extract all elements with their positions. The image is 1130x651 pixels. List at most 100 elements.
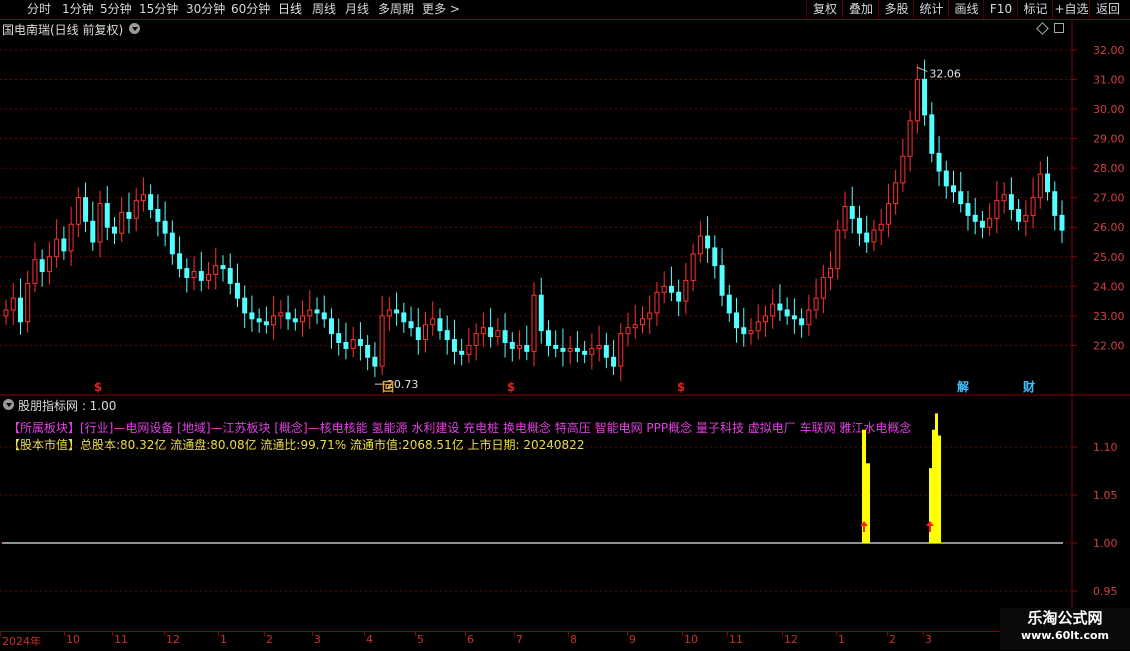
indicator-chart: 1.10 1.05 1.00 0.95 bbox=[0, 396, 1118, 631]
date-tick-mark bbox=[514, 632, 515, 636]
candle-body bbox=[408, 321, 414, 329]
toolbar-button-2[interactable]: 多股 bbox=[878, 0, 914, 19]
candle-body bbox=[813, 297, 819, 311]
candle-body bbox=[828, 268, 834, 278]
date-tick-label: 3 bbox=[314, 633, 321, 646]
candle-body bbox=[770, 303, 776, 317]
toolbar-button-4[interactable]: 画线 bbox=[948, 0, 984, 19]
period-tab-6[interactable]: 日线 bbox=[278, 0, 302, 19]
date-tick-label: 4 bbox=[366, 633, 373, 646]
candle-body bbox=[155, 208, 161, 222]
candle-body bbox=[849, 206, 855, 219]
candle-body bbox=[206, 274, 212, 281]
candle-body bbox=[119, 211, 125, 234]
candle-body bbox=[560, 347, 566, 352]
candle-body bbox=[979, 220, 985, 228]
toolbar-button-0[interactable]: 复权 bbox=[806, 0, 843, 19]
event-marker: $ bbox=[94, 380, 102, 394]
period-tab-8[interactable]: 月线 bbox=[345, 0, 369, 19]
date-tick-label: 5 bbox=[417, 633, 424, 646]
candle-body bbox=[198, 271, 204, 281]
period-tab-2[interactable]: 5分钟 bbox=[100, 0, 132, 19]
candle-body bbox=[473, 333, 479, 346]
date-tick-label: 10 bbox=[66, 633, 80, 646]
candle-body bbox=[495, 330, 501, 338]
candle-body bbox=[936, 152, 942, 172]
candle-body bbox=[871, 229, 877, 243]
candle-body bbox=[256, 318, 262, 323]
date-tick-mark bbox=[727, 632, 728, 636]
candle-body bbox=[632, 324, 638, 329]
signal-bar bbox=[932, 429, 935, 543]
candle-body bbox=[46, 256, 52, 273]
candle-body bbox=[75, 197, 81, 225]
candle-body bbox=[314, 309, 320, 314]
period-tab-3[interactable]: 15分钟 bbox=[139, 0, 178, 19]
toolbar-button-6[interactable]: 标记 bbox=[1017, 0, 1053, 19]
toolbar-button-1[interactable]: 叠加 bbox=[842, 0, 879, 19]
date-tick-label: 9 bbox=[629, 633, 636, 646]
candlestick-chart[interactable]: 32.00 31.00 30.00 29.00 28.00 27.00 26.00 25.00… bbox=[0, 20, 1130, 396]
candle-body bbox=[54, 238, 60, 258]
period-tab-5[interactable]: 60分钟 bbox=[231, 0, 270, 19]
toolbar-button-3[interactable]: 统计 bbox=[913, 0, 949, 19]
candle-body bbox=[676, 291, 682, 302]
candle-body bbox=[567, 347, 573, 352]
candle-body bbox=[133, 200, 139, 219]
candle-body bbox=[343, 341, 349, 349]
period-tab-10[interactable]: 更多 > bbox=[422, 0, 460, 19]
candle-body bbox=[350, 339, 356, 349]
candle-body bbox=[856, 217, 862, 234]
period-tab-7[interactable]: 周线 bbox=[312, 0, 336, 19]
candle-body bbox=[466, 344, 472, 355]
period-tab-9[interactable]: 多周期 bbox=[378, 0, 414, 19]
candle-body bbox=[140, 194, 146, 202]
candle-body bbox=[922, 78, 928, 116]
signal-bar bbox=[866, 463, 870, 543]
date-tick-mark bbox=[627, 632, 628, 636]
candle-body bbox=[712, 247, 718, 267]
candle-body bbox=[611, 356, 617, 367]
candle-body bbox=[748, 330, 754, 335]
toolbar-button-8[interactable]: 返回 bbox=[1089, 0, 1126, 19]
event-marker: 财 bbox=[1022, 379, 1035, 394]
date-tick-mark bbox=[568, 632, 569, 636]
period-tab-1[interactable]: 1分钟 bbox=[62, 0, 94, 19]
date-tick-label: 12 bbox=[784, 633, 798, 646]
toolbar-button-7[interactable]: +自选 bbox=[1052, 0, 1090, 19]
toolbar-button-5[interactable]: F10 bbox=[983, 0, 1018, 19]
candle-body bbox=[271, 315, 277, 326]
candle-body bbox=[401, 312, 407, 323]
price-tick-label: 27.00 bbox=[1093, 192, 1125, 205]
period-tab-0[interactable]: 分时 bbox=[27, 0, 51, 19]
candle-body bbox=[191, 271, 197, 278]
price-tick-label: 31.00 bbox=[1093, 73, 1125, 86]
date-tick-label: 1 bbox=[220, 633, 227, 646]
candle-body bbox=[423, 324, 429, 341]
candle-body bbox=[300, 315, 306, 323]
candle-body bbox=[531, 294, 537, 352]
candle-body bbox=[885, 203, 891, 225]
candle-body bbox=[654, 291, 660, 314]
date-tick-label: 6 bbox=[467, 633, 474, 646]
candle-body bbox=[1016, 208, 1022, 222]
candle-body bbox=[603, 344, 609, 358]
candle-body bbox=[1037, 173, 1043, 199]
candle-body bbox=[357, 339, 363, 346]
candle-body bbox=[336, 333, 342, 343]
candle-body bbox=[321, 312, 327, 320]
candle-body bbox=[755, 321, 761, 332]
candle-body bbox=[842, 206, 848, 231]
date-tick-mark bbox=[682, 632, 683, 636]
date-tick-mark bbox=[312, 632, 313, 636]
date-tick-mark bbox=[364, 632, 365, 636]
period-tab-4[interactable]: 30分钟 bbox=[186, 0, 225, 19]
candle-body bbox=[929, 114, 935, 154]
candle-body bbox=[394, 309, 400, 314]
price-tick-label: 32.00 bbox=[1093, 44, 1125, 57]
candle-body bbox=[148, 194, 154, 210]
candle-body bbox=[596, 344, 602, 349]
candle-body bbox=[994, 200, 1000, 219]
candle-body bbox=[3, 309, 9, 317]
indicator-tick-label: 0.95 bbox=[1093, 585, 1118, 598]
